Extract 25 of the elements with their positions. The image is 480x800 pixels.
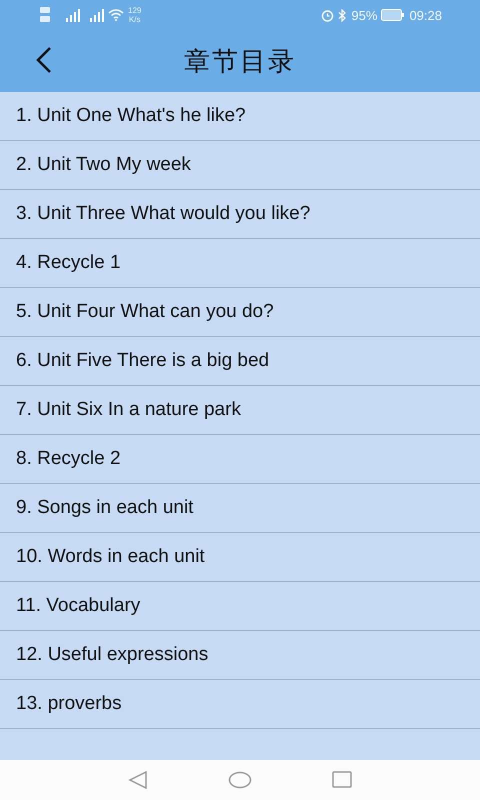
chapter-item[interactable]: 2. Unit Two My week <box>0 141 480 190</box>
battery-icon <box>381 9 406 21</box>
chapter-item[interactable]: 3. Unit Three What would you like? <box>0 190 480 239</box>
chapter-item[interactable]: 6. Unit Five There is a big bed <box>0 337 480 386</box>
wifi-icon <box>108 9 124 21</box>
chapter-item[interactable]: 13. proverbs <box>0 680 480 729</box>
battery-percent: 95% <box>351 8 378 22</box>
chapter-item[interactable]: 10. Words in each unit <box>0 533 480 582</box>
chapter-item[interactable]: 9. Songs in each unit <box>0 484 480 533</box>
speed-unit: K/s <box>128 15 140 24</box>
chapter-item[interactable]: 4. Recycle 1 <box>0 239 480 288</box>
home-nav-icon[interactable] <box>228 771 252 789</box>
chapter-item[interactable]: 12. Useful expressions <box>0 631 480 680</box>
network-speed: 129 <box>128 6 142 15</box>
alarm-icon <box>321 8 334 22</box>
recents-nav-icon[interactable] <box>332 771 352 789</box>
chapter-item[interactable]: 8. Recycle 2 <box>0 435 480 484</box>
chapter-item[interactable]: 5. Unit Four What can you do? <box>0 288 480 337</box>
clock-time: 09:28 <box>409 8 442 22</box>
page-title: 章节目录 <box>184 46 296 76</box>
chapter-item[interactable]: 11. Vocabulary <box>0 582 480 631</box>
bluetooth-icon <box>338 8 348 22</box>
chapter-item[interactable]: 1. Unit One What's he like? <box>0 92 480 141</box>
chapter-item[interactable]: 7. Unit Six In a nature park <box>0 386 480 435</box>
back-nav-icon[interactable] <box>128 771 148 789</box>
